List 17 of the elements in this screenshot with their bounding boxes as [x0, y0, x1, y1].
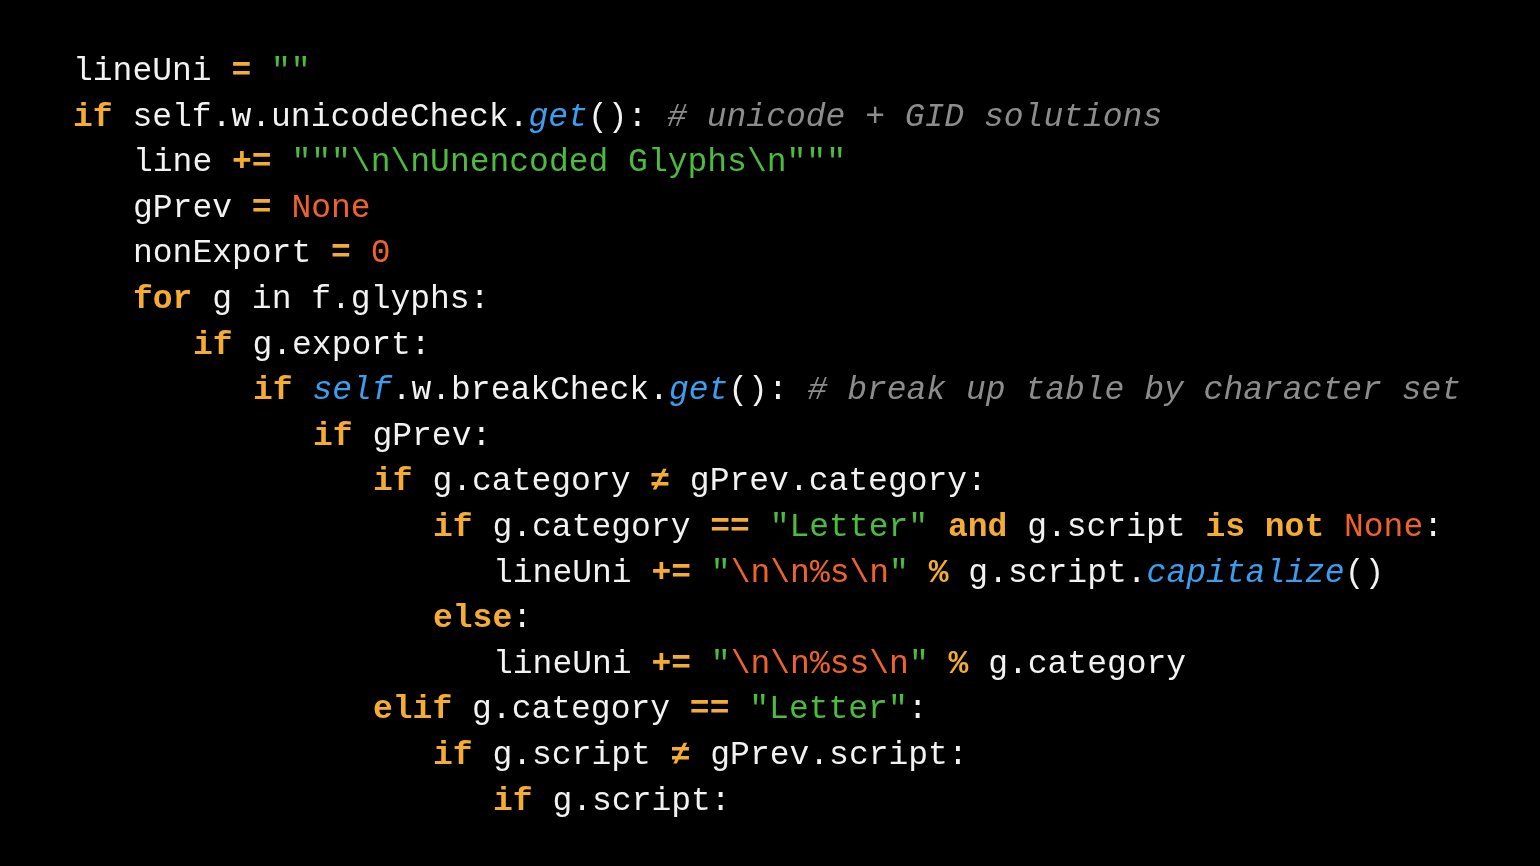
code-line: if g.category == "Letter" and g.script is not None:: [433, 507, 1444, 548]
code-line: if g.export:: [193, 325, 431, 366]
code-line: for g in f.glyphs:: [133, 279, 490, 320]
code-line: lineUni = "": [73, 52, 311, 92]
code-line: if g.script:: [493, 781, 731, 822]
code-line: line += """\n\nUnencoded Glyphs\n""": [133, 143, 846, 184]
code-line: if self.w.unicodeCheck.get(): # unicode + GID solutions: [73, 97, 1163, 138]
code-line: else:: [433, 599, 533, 640]
code-line: if gPrev:: [313, 416, 492, 457]
code-line: lineUni += "\n\n%ss\n" % g.category: [493, 644, 1187, 685]
code-line: if self.w.breakCheck.get(): # break up table by character set: [253, 371, 1462, 412]
code-line: if g.category ≠ gPrev.category:: [373, 462, 987, 503]
code-line: lineUni += "\n\n%s\n" % g.script.capitalize(): [493, 553, 1385, 594]
code-line: elif g.category == "Letter":: [373, 690, 928, 731]
code-line: gPrev = None: [133, 188, 371, 229]
code-line: if g.script ≠ gPrev.script:: [433, 735, 968, 776]
code-line: nonExport = 0: [133, 234, 391, 275]
